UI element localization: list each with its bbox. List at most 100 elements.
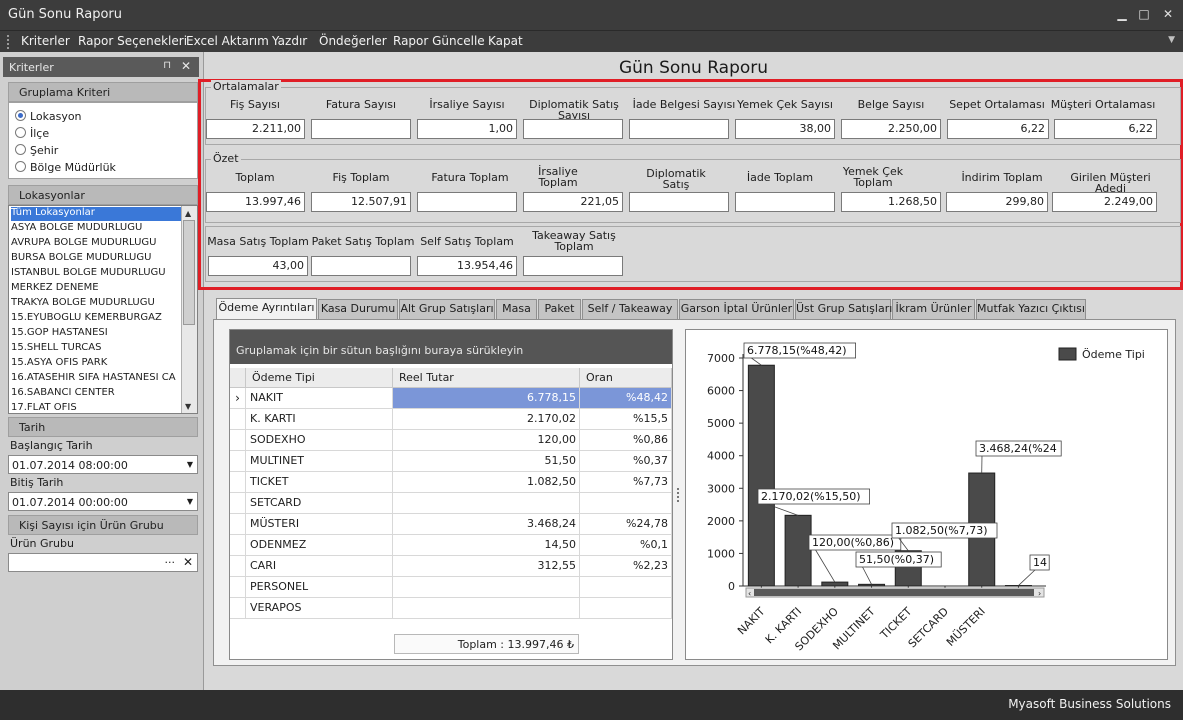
table-cell[interactable]: 14,50 xyxy=(393,535,580,556)
scroll-down-icon[interactable]: ▼ xyxy=(185,402,191,411)
minimize-icon[interactable]: ▁ xyxy=(1114,6,1130,22)
table-cell[interactable]: 6.778,15 xyxy=(393,388,580,409)
list-item[interactable]: ASYA BOLGE MUDURLUGU xyxy=(11,222,183,236)
locations-list[interactable]: Tüm Lokasyonlar ASYA BOLGE MUDURLUGU AVR… xyxy=(8,205,198,414)
tab-self-takeaway[interactable]: Self / Takeaway xyxy=(582,299,678,319)
table-cell[interactable]: 51,50 xyxy=(393,451,580,472)
row-indicator-cell[interactable] xyxy=(230,514,246,535)
menu-ondegerler[interactable]: Öndeğerler xyxy=(319,34,387,48)
table-cell[interactable]: %0,37 xyxy=(580,451,672,472)
column-header-reel-tutar[interactable]: Reel Tutar xyxy=(393,368,580,388)
table-cell[interactable]: 312,55 xyxy=(393,556,580,577)
table-cell[interactable]: %7,73 xyxy=(580,472,672,493)
product-group-input[interactable]: ··· ✕ xyxy=(8,553,198,572)
list-item[interactable]: Tüm Lokasyonlar xyxy=(11,207,183,221)
radio-ilce[interactable]: İlçe xyxy=(15,127,49,141)
radio-icon[interactable] xyxy=(15,161,26,172)
tab-alt-grup-satislari[interactable]: Alt Grup Satışları xyxy=(399,299,495,319)
row-indicator-cell[interactable] xyxy=(230,598,246,619)
row-indicator-cell[interactable] xyxy=(230,472,246,493)
table-cell[interactable]: %24,78 xyxy=(580,514,672,535)
paket-satis-toplam-field[interactable] xyxy=(311,256,411,276)
menu-kapat[interactable]: Kapat xyxy=(488,34,523,48)
group-panel[interactable]: Gruplamak için bir sütun başlığını buray… xyxy=(230,330,672,364)
close-icon[interactable]: ✕ xyxy=(1160,6,1176,22)
table-cell[interactable]: %0,86 xyxy=(580,430,672,451)
list-item[interactable]: BURSA BOLGE MUDURLUGU xyxy=(11,252,183,266)
ellipsis-icon[interactable]: ··· xyxy=(165,556,176,569)
pin-icon[interactable]: ⊓ xyxy=(163,60,171,71)
list-item[interactable]: AVRUPA BOLGE MUDURLUGU xyxy=(11,237,183,251)
diplomatik-satis-field[interactable] xyxy=(629,192,729,212)
menu-excel-aktarim[interactable]: Excel Aktarım xyxy=(186,34,269,48)
tab-paket[interactable]: Paket xyxy=(538,299,581,319)
yemek-cek-sayisi-field[interactable]: 38,00 xyxy=(735,119,835,139)
radio-bolge-mudurluk[interactable]: Bölge Müdürlük xyxy=(15,161,116,175)
row-indicator-icon[interactable]: › xyxy=(230,388,246,409)
chevron-down-icon[interactable]: ▼ xyxy=(187,460,193,469)
fis-toplam-field[interactable]: 12.507,91 xyxy=(311,192,411,212)
tab-ikram-urunler[interactable]: İkram Ürünler xyxy=(892,299,975,319)
tab-garson-iptal-urunler[interactable]: Garson İptal Ürünler xyxy=(679,299,794,319)
list-item[interactable]: 15.SHELL TURCAS xyxy=(11,342,183,356)
scroll-thumb[interactable] xyxy=(183,220,195,325)
menu-kriterler[interactable]: Kriterler xyxy=(21,34,70,48)
fis-sayisi-field[interactable]: 2.211,00 xyxy=(206,119,305,139)
self-satis-toplam-field[interactable]: 13.954,46 xyxy=(417,256,517,276)
chart-bar[interactable] xyxy=(821,581,849,587)
table-cell[interactable]: SODEXHO xyxy=(246,430,393,451)
table-cell[interactable] xyxy=(393,493,580,514)
table-cell[interactable]: 120,00 xyxy=(393,430,580,451)
table-cell[interactable]: %2,23 xyxy=(580,556,672,577)
musteri-ortalamasi-field[interactable]: 6,22 xyxy=(1054,119,1157,139)
fatura-toplam-field[interactable] xyxy=(417,192,517,212)
chart-scroll-thumb[interactable] xyxy=(754,589,1034,596)
table-cell[interactable]: %15,5 xyxy=(580,409,672,430)
table-cell[interactable]: 1.082,50 xyxy=(393,472,580,493)
maximize-icon[interactable]: □ xyxy=(1136,6,1152,22)
table-cell[interactable]: 2.170,02 xyxy=(393,409,580,430)
table-cell[interactable]: PERSONEL xyxy=(246,577,393,598)
column-header-odeme-tipi[interactable]: Ödeme Tipi xyxy=(246,368,393,388)
diplomatik-satis-sayisi-field[interactable] xyxy=(523,119,623,139)
scroll-left-icon[interactable]: ‹ xyxy=(748,589,751,598)
tab-masa[interactable]: Masa xyxy=(496,299,537,319)
table-cell[interactable]: TICKET xyxy=(246,472,393,493)
column-header-oran[interactable]: Oran xyxy=(580,368,672,388)
menu-rapor-guncelle[interactable]: Rapor Güncelle xyxy=(393,34,485,48)
clear-icon[interactable]: ✕ xyxy=(183,555,193,569)
girilen-musteri-adedi-field[interactable]: 2.249,00 xyxy=(1052,192,1157,212)
scroll-right-icon[interactable]: › xyxy=(1038,589,1041,598)
iade-belgesi-sayisi-field[interactable] xyxy=(629,119,729,139)
splitter-grip-icon[interactable] xyxy=(677,488,683,502)
row-indicator-cell[interactable] xyxy=(230,451,246,472)
row-indicator-cell[interactable] xyxy=(230,430,246,451)
list-item[interactable]: 15.EYUBOGLU KEMERBURGAZ xyxy=(11,312,183,326)
list-item[interactable]: 17.FLAT OFIS xyxy=(11,402,183,413)
iade-toplam-field[interactable] xyxy=(735,192,835,212)
menu-rapor-secenekleri[interactable]: Rapor Seçenekleri xyxy=(78,34,187,48)
list-item[interactable]: ISTANBUL BOLGE MUDURLUGU xyxy=(11,267,183,281)
menu-yazdir[interactable]: Yazdır xyxy=(272,34,307,48)
row-indicator-cell[interactable] xyxy=(230,556,246,577)
tab-mutfak-yazici-ciktisi[interactable]: Mutfak Yazıcı Çıktısı xyxy=(976,299,1086,319)
radio-icon[interactable] xyxy=(15,144,26,155)
list-item[interactable]: 15.ASYA OFIS PARK xyxy=(11,357,183,371)
table-cell[interactable] xyxy=(580,493,672,514)
list-item[interactable]: MERKEZ DENEME xyxy=(11,282,183,296)
takeaway-satis-toplam-field[interactable] xyxy=(523,256,623,276)
irsaliye-sayisi-field[interactable]: 1,00 xyxy=(417,119,517,139)
tab-kasa-durumu[interactable]: Kasa Durumu xyxy=(318,299,398,319)
list-item[interactable]: 16.SABANCI CENTER xyxy=(11,387,183,401)
table-cell[interactable]: SETCARD xyxy=(246,493,393,514)
table-cell[interactable]: CARI xyxy=(246,556,393,577)
table-cell[interactable]: VERAPOS xyxy=(246,598,393,619)
list-item[interactable]: 15.GOP HASTANESI xyxy=(11,327,183,341)
row-indicator-cell[interactable] xyxy=(230,577,246,598)
radio-selected-icon[interactable] xyxy=(15,110,26,121)
belge-sayisi-field[interactable]: 2.250,00 xyxy=(841,119,941,139)
table-cell[interactable]: MÜSTERI xyxy=(246,514,393,535)
chart-bar[interactable] xyxy=(858,583,886,587)
indirim-toplam-field[interactable]: 299,80 xyxy=(946,192,1048,212)
table-cell[interactable]: ODENMEZ xyxy=(246,535,393,556)
